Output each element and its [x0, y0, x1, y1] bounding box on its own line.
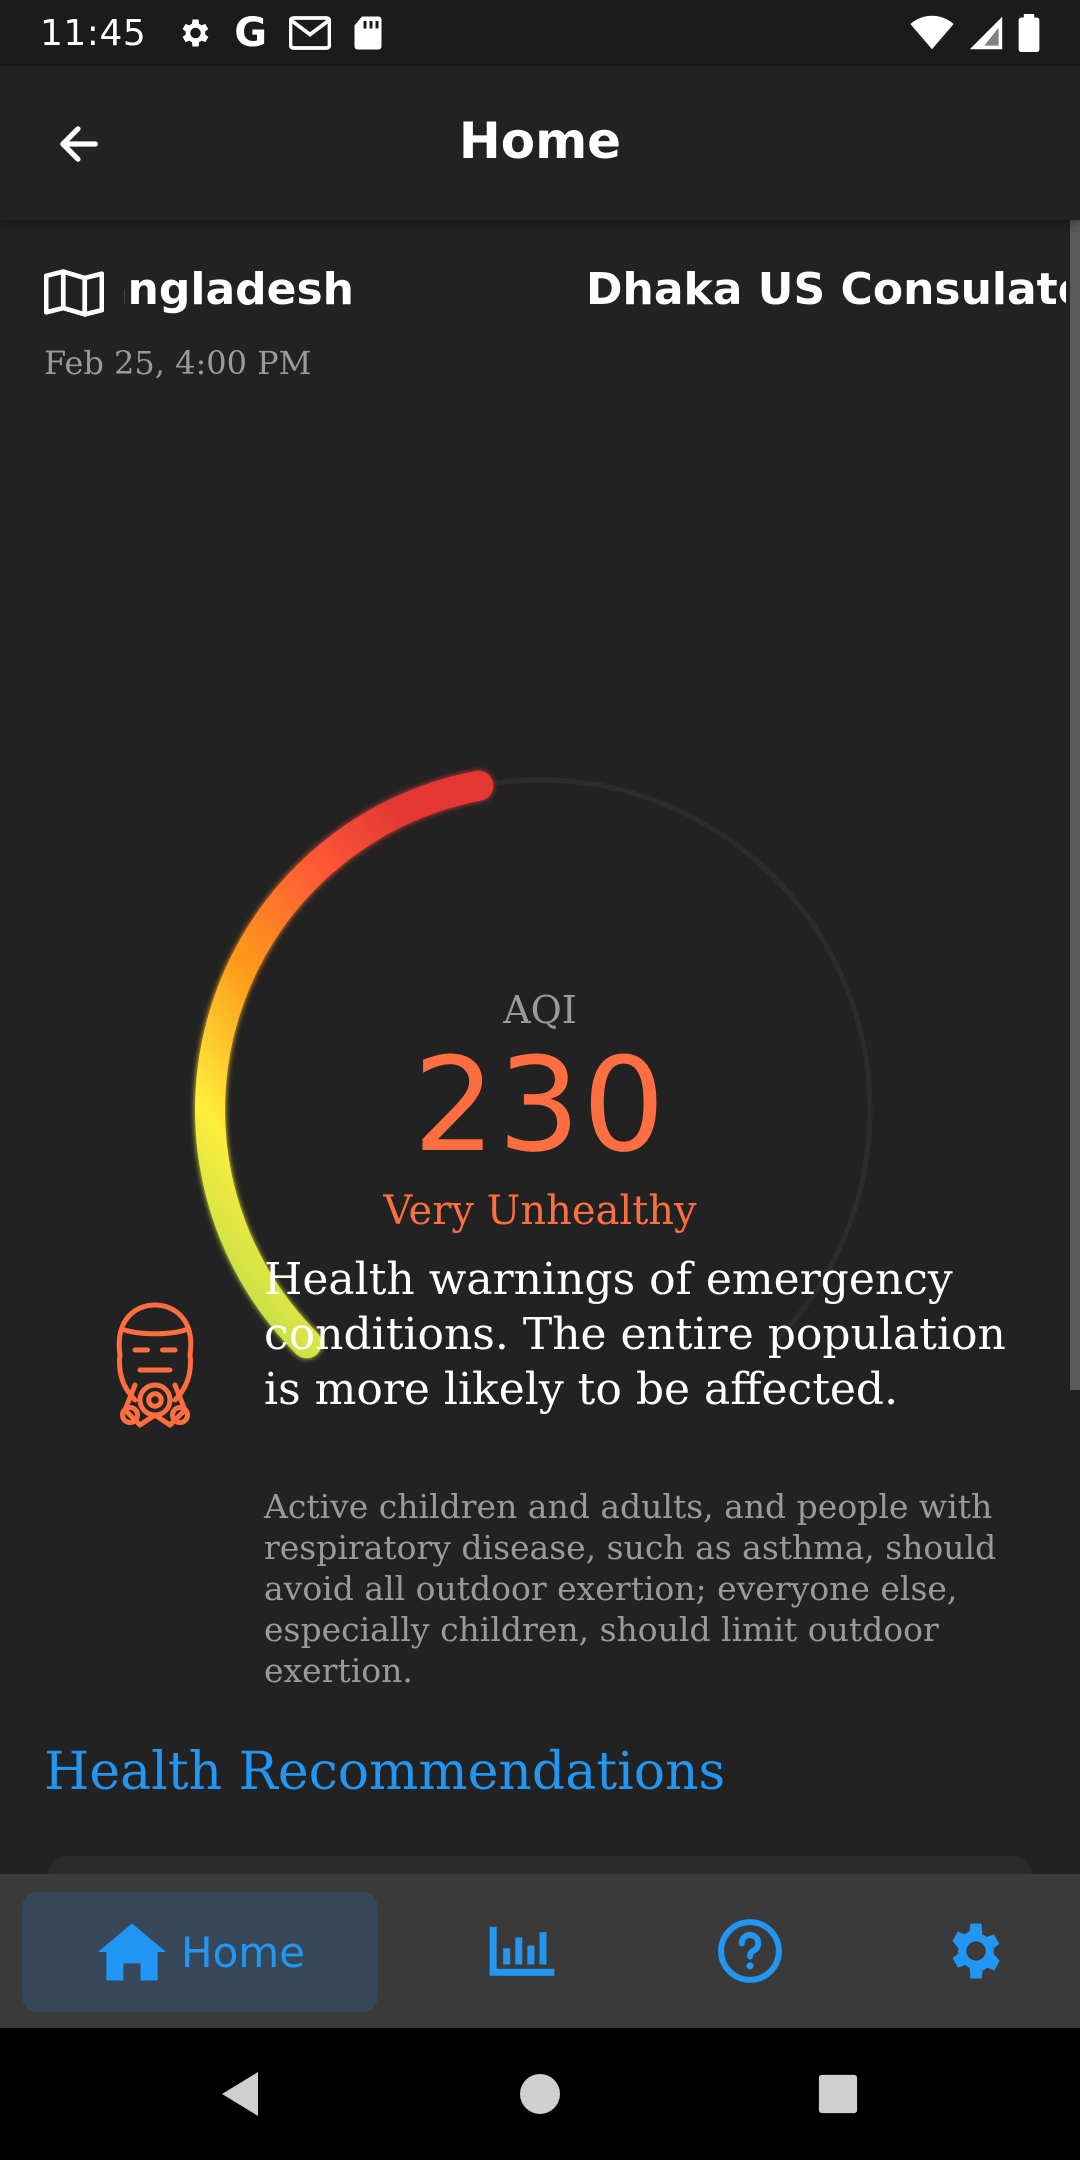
settings-icon — [952, 1923, 1000, 1979]
nav-home-label: Home — [180, 1927, 306, 1977]
nav-stats-tab[interactable] — [460, 1874, 584, 2028]
last-updated-time: Feb 25, 4:00 PM — [44, 344, 312, 382]
aqi-status: Very Unhealthy — [383, 1188, 697, 1234]
status-bar: 11:45 G — [0, 0, 1080, 66]
map-icon[interactable] — [44, 268, 104, 318]
location-row: Bangladesh Dhaka US Consulate — [44, 264, 1066, 338]
status-notification-icons: G — [176, 13, 383, 53]
google-icon: G — [234, 10, 268, 56]
status-system-icons — [910, 14, 1040, 52]
home-icon — [97, 1923, 167, 1981]
aqi-value: 230 — [412, 1029, 668, 1181]
nav-settings-tab[interactable] — [914, 1874, 1038, 2028]
app-bar: Home — [0, 66, 1080, 220]
status-time: 11:45 — [40, 12, 147, 54]
health-warning-detail: Active children and adults, and people w… — [264, 1487, 997, 1690]
health-warning-title: Health warnings of emergency conditions.… — [264, 1254, 1006, 1415]
wifi-icon — [910, 15, 954, 51]
system-back-button[interactable] — [210, 2064, 270, 2124]
page-title: Home — [458, 112, 622, 170]
health-warning: Health warnings of emergency conditions.… — [0, 1240, 1080, 1720]
battery-icon — [1018, 14, 1040, 52]
health-recommendations-heading: Health Recommendations — [44, 1742, 726, 1802]
help-circle-icon — [718, 1919, 782, 1983]
back-triangle-icon — [222, 2072, 258, 2116]
system-home-button[interactable] — [510, 2064, 570, 2124]
recommendations-card[interactable] — [48, 1856, 1032, 1874]
bottom-navigation: Home — [0, 1874, 1080, 2028]
system-recents-button[interactable] — [808, 2064, 868, 2124]
nav-help-tab[interactable] — [688, 1874, 812, 2028]
cell-signal-icon — [968, 15, 1004, 51]
main-content[interactable]: Bangladesh Dhaka US Consulate Feb 25, 4:… — [0, 220, 1080, 1874]
aqi-label: AQI — [503, 988, 577, 1032]
home-circle-icon — [520, 2074, 560, 2114]
settings-icon — [176, 15, 212, 51]
bar-chart-icon — [489, 1926, 555, 1976]
station-name[interactable]: Dhaka US Consulate — [586, 264, 1066, 324]
country-name[interactable]: Bangladesh — [124, 264, 354, 324]
system-navigation-bar — [0, 2028, 1080, 2160]
sd-card-icon — [353, 15, 383, 51]
gmail-icon — [289, 15, 332, 51]
recents-square-icon — [818, 2074, 858, 2114]
nav-home-tab[interactable]: Home — [22, 1892, 378, 2012]
gas-mask-icon — [116, 1302, 194, 1428]
